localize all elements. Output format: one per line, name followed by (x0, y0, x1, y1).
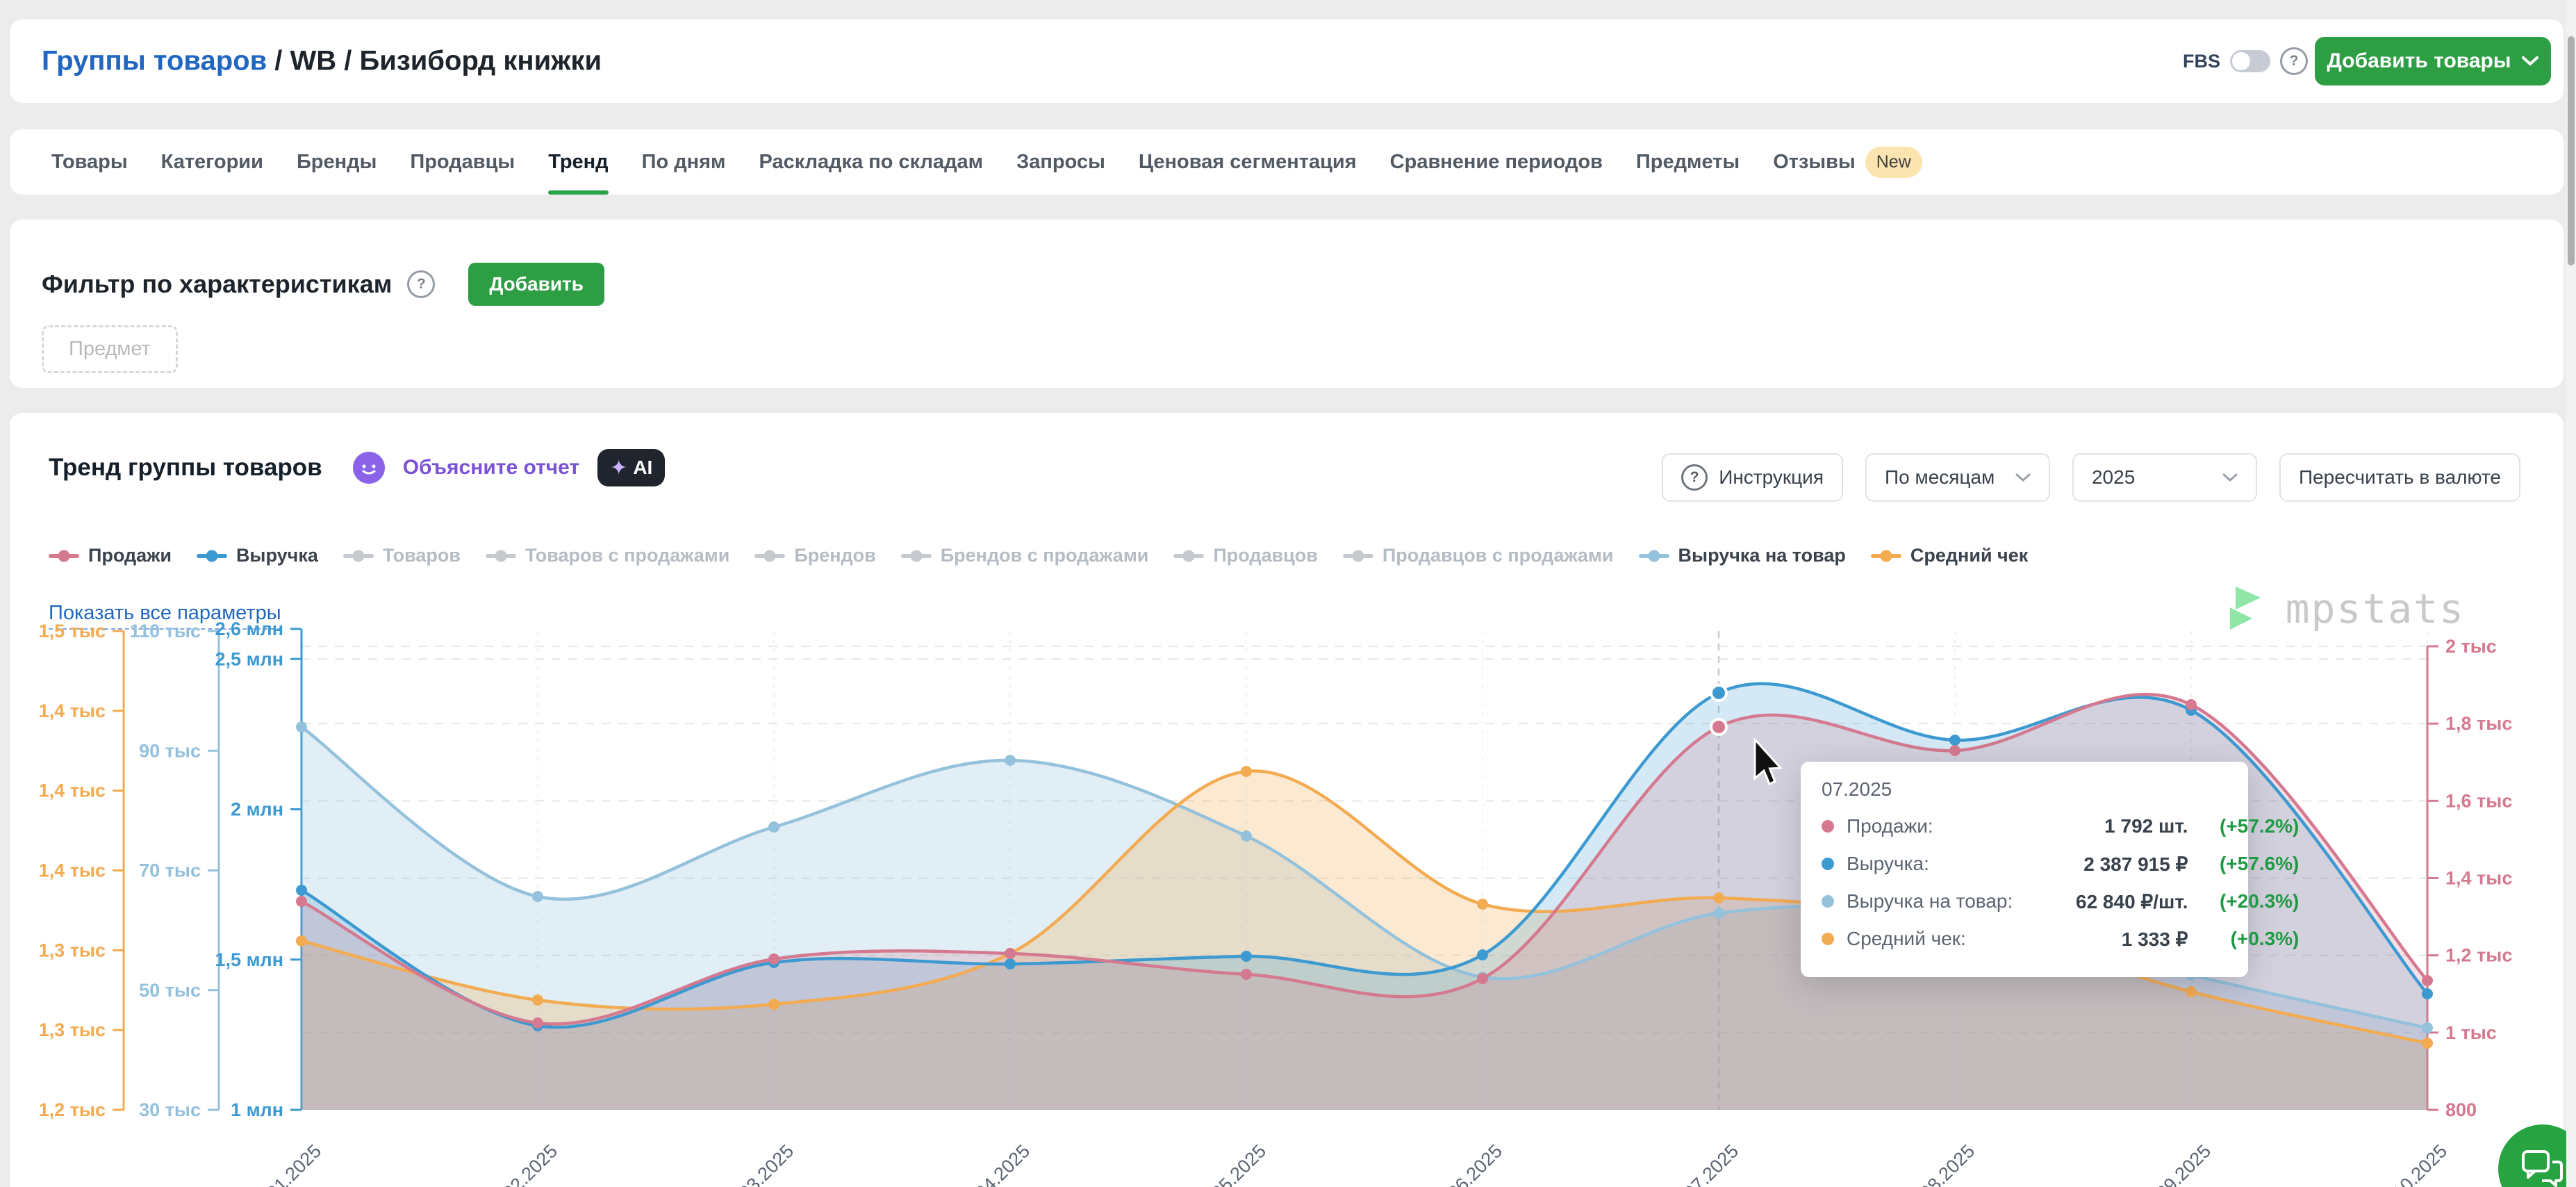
scrollbar-thumb[interactable] (2568, 36, 2575, 265)
tab-Запросы[interactable]: Запросы (1016, 129, 1105, 195)
svg-text:1,4 тыс: 1,4 тыс (39, 780, 106, 801)
tooltip-series-change: (+0.3%) (2188, 920, 2299, 958)
svg-text:02.2025: 02.2025 (499, 1140, 561, 1187)
tab-Отзывы[interactable]: ОтзывыNew (1773, 129, 1922, 195)
svg-text:1,6 тыс: 1,6 тыс (2445, 790, 2512, 811)
tooltip-series-value: 1 792 шт. (2076, 808, 2188, 845)
svg-text:800: 800 (2445, 1099, 2477, 1120)
svg-text:2 тыс: 2 тыс (2445, 636, 2497, 657)
active-tab-underline (548, 190, 608, 195)
fbs-help-icon[interactable]: ? (2280, 47, 2308, 75)
tooltip-series-change: (+57.6%) (2188, 845, 2299, 883)
fbs-label: FBS (2183, 51, 2220, 72)
svg-text:1,3 тыс: 1,3 тыс (39, 940, 106, 960)
svg-text:1,8 тыс: 1,8 тыс (2445, 713, 2512, 734)
tooltip-series-label: Выручка на товар: (1847, 883, 2076, 920)
svg-text:01.2025: 01.2025 (263, 1140, 325, 1187)
svg-text:1,5 млн: 1,5 млн (215, 949, 283, 970)
add-products-button[interactable]: Добавить товары (2315, 37, 2551, 85)
svg-text:1,2 тыс: 1,2 тыс (2445, 945, 2512, 966)
filter-card: Фильтр по характеристикам ? Добавить Пре… (10, 220, 2563, 388)
header-card: Группы товаров / WB / Бизиборд книжки FB… (10, 19, 2563, 103)
tooltip-series-label: Средний чек: (1847, 920, 2076, 958)
tooltip-title: 07.2025 (1822, 778, 2227, 801)
tooltip-rows: Продажи:1 792 шт.(+57.2%)Выручка:2 387 9… (1822, 808, 2227, 958)
tab-Категории[interactable]: Категории (161, 129, 263, 195)
tab-Продавцы[interactable]: Продавцы (410, 129, 515, 195)
add-products-label: Добавить товары (2327, 49, 2511, 73)
tooltip-series-change: (+57.2%) (2188, 808, 2299, 845)
svg-text:10.2025: 10.2025 (2388, 1140, 2451, 1187)
tab-Бренды[interactable]: Бренды (297, 129, 377, 195)
tab-Ценовая сегментация[interactable]: Ценовая сегментация (1139, 129, 1357, 195)
svg-text:70 тыс: 70 тыс (139, 860, 201, 881)
svg-text:50 тыс: 50 тыс (139, 980, 201, 1001)
chart-tooltip: 07.2025 Продажи:1 792 шт.(+57.2%)Выручка… (1801, 762, 2248, 977)
svg-text:05.2025: 05.2025 (1207, 1140, 1270, 1187)
trend-card: Тренд группы товаров Объясните отчет ✦ A… (10, 413, 2563, 1187)
svg-text:110 тыс: 110 тыс (130, 621, 201, 641)
tabs-list: Товары Категории Бренды Продавцы Тренд По дня… (10, 129, 2563, 195)
chat-icon (2521, 1149, 2564, 1187)
filter-header: Фильтр по характеристикам ? Добавить (42, 263, 604, 306)
svg-text:2,6 млн: 2,6 млн (215, 619, 283, 639)
svg-text:1 млн: 1 млн (231, 1099, 283, 1120)
tooltip-series-dot (1822, 883, 1847, 920)
svg-text:1,2 тыс: 1,2 тыс (39, 1099, 106, 1120)
tab-Тренд[interactable]: Тренд (548, 129, 608, 195)
tab-Товары[interactable]: Товары (51, 129, 128, 195)
fbs-toggle[interactable] (2230, 50, 2270, 72)
svg-text:1,4 тыс: 1,4 тыс (2445, 868, 2512, 889)
svg-text:90 тыс: 90 тыс (139, 740, 201, 761)
svg-text:1,5 тыс: 1,5 тыс (39, 621, 106, 641)
mouse-cursor-icon (1752, 738, 1795, 788)
tooltip-series-label: Продажи: (1847, 808, 2076, 845)
svg-text:07.2025: 07.2025 (1680, 1140, 1742, 1187)
new-badge: New (1865, 147, 1922, 178)
scrollbar[interactable] (2566, 0, 2576, 1187)
tab-По дням[interactable]: По дням (642, 129, 726, 195)
svg-text:08.2025: 08.2025 (1916, 1140, 1979, 1187)
svg-text:1,3 тыс: 1,3 тыс (39, 1020, 106, 1040)
toggle-knob (2232, 52, 2250, 70)
breadcrumb: Группы товаров / WB / Бизиборд книжки (42, 46, 602, 77)
svg-text:1,4 тыс: 1,4 тыс (39, 701, 106, 721)
svg-text:30 тыс: 30 тыс (139, 1099, 201, 1120)
filter-help-icon[interactable]: ? (407, 270, 435, 298)
breadcrumb-current: / WB / Бизиборд книжки (267, 46, 602, 76)
tooltip-series-value: 62 840 ₽/шт. (2076, 883, 2188, 920)
tabs-card: Товары Категории Бренды Продавцы Тренд По дня… (10, 129, 2563, 195)
svg-text:1 тыс: 1 тыс (2445, 1022, 2497, 1043)
svg-text:09.2025: 09.2025 (2152, 1140, 2215, 1187)
filter-add-button[interactable]: Добавить (468, 263, 604, 306)
tooltip-series-change: (+20.3%) (2188, 883, 2299, 920)
tooltip-series-value: 2 387 915 ₽ (2076, 845, 2188, 883)
tooltip-series-label: Выручка: (1847, 845, 2076, 883)
filter-chip-subject[interactable]: Предмет (42, 325, 178, 373)
tooltip-series-dot (1822, 920, 1847, 958)
tooltip-series-dot (1822, 845, 1847, 883)
tab-Сравнение периодов[interactable]: Сравнение периодов (1390, 129, 1603, 195)
svg-text:06.2025: 06.2025 (1444, 1140, 1506, 1187)
tooltip-series-value: 1 333 ₽ (2076, 920, 2188, 958)
page: Группы товаров / WB / Бизиборд книжки FB… (0, 0, 2576, 1187)
svg-text:2 млн: 2 млн (231, 799, 283, 820)
tooltip-series-dot (1822, 808, 1847, 845)
tab-Предметы[interactable]: Предметы (1636, 129, 1740, 195)
svg-text:04.2025: 04.2025 (971, 1140, 1034, 1187)
filter-title: Фильтр по характеристикам (42, 270, 392, 299)
svg-text:2,5 млн: 2,5 млн (215, 648, 283, 669)
chevron-down-icon (2522, 56, 2538, 66)
breadcrumb-link-product-groups[interactable]: Группы товаров (42, 46, 267, 76)
fbs-control: FBS ? (2183, 47, 2308, 75)
tab-Раскладка по складам[interactable]: Раскладка по складам (759, 129, 984, 195)
svg-text:03.2025: 03.2025 (735, 1140, 798, 1187)
svg-text:1,4 тыс: 1,4 тыс (39, 860, 106, 881)
